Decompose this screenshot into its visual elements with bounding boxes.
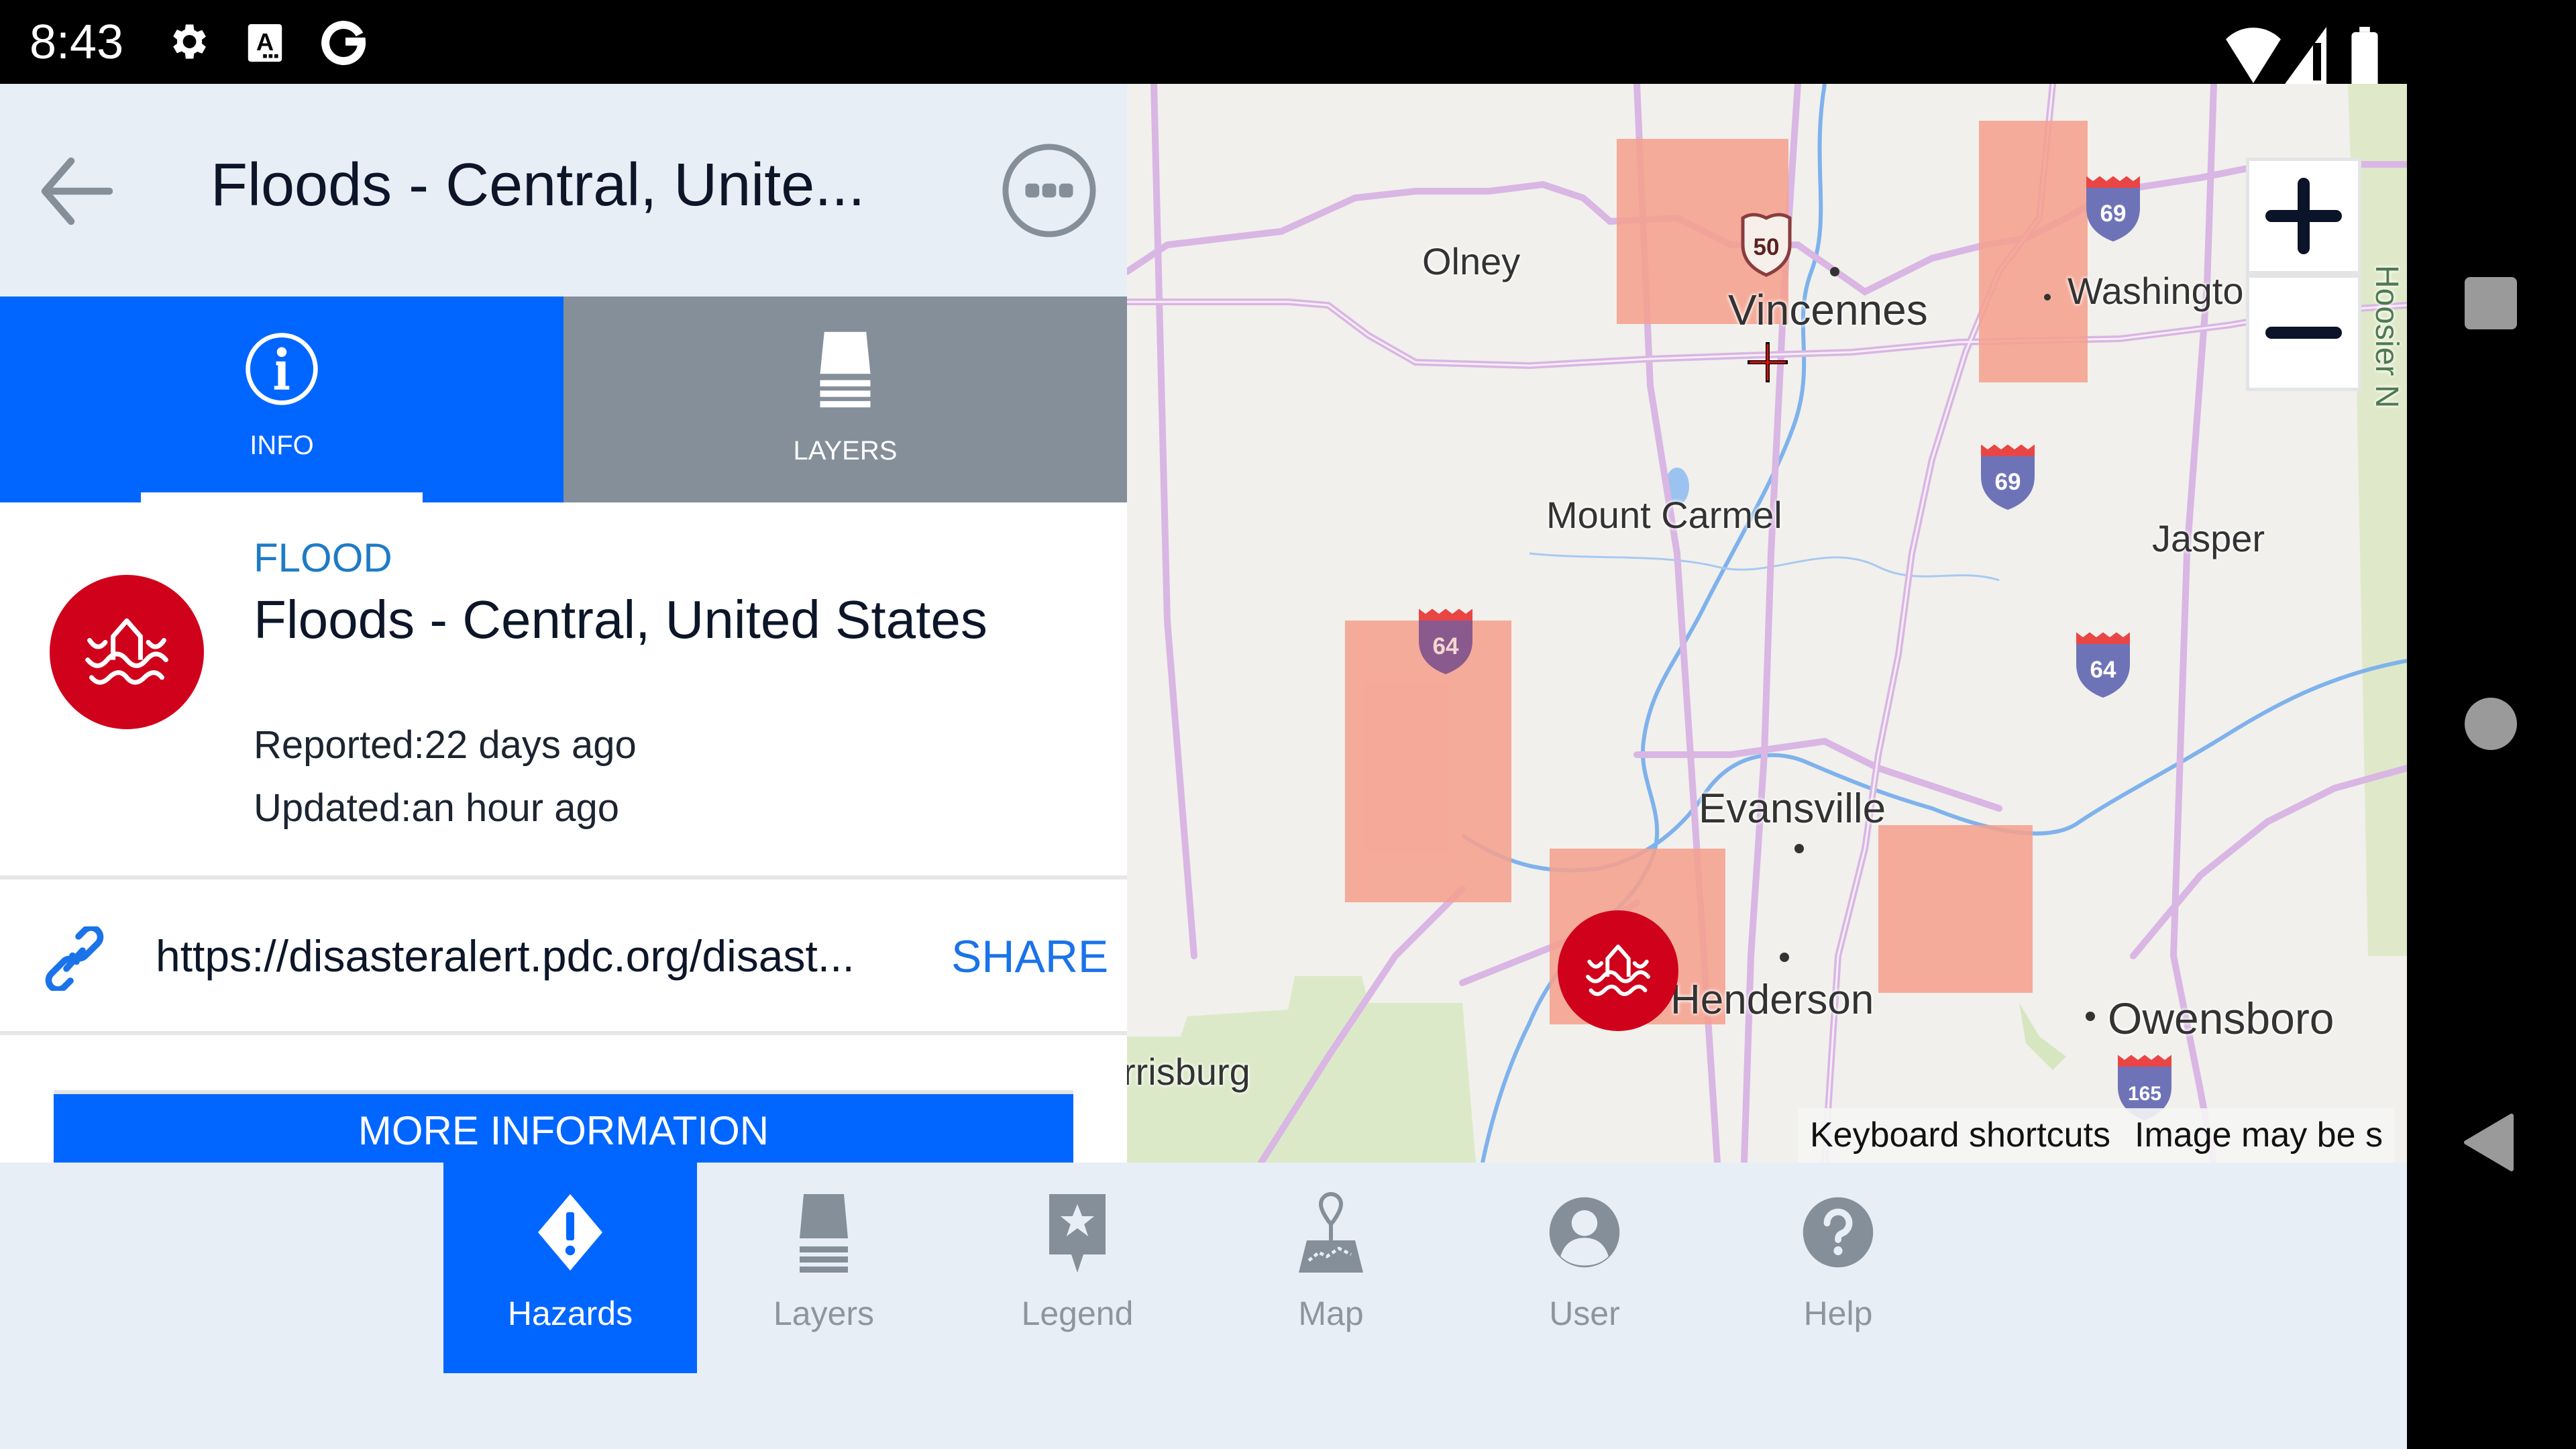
map-attribution: Keyboard shortcuts Image may be s [1798, 1108, 2395, 1163]
layers-icon [800, 1194, 848, 1273]
cell-signal-icon [2283, 27, 2327, 89]
map-label-owensboro: Owensboro [2108, 994, 2334, 1043]
map-zoom-controls [2246, 158, 2361, 391]
nav-layers-label: Layers [773, 1295, 875, 1332]
active-tab-indicator [141, 492, 423, 502]
nav-hazards[interactable]: Hazards [443, 1163, 697, 1373]
svg-text:64: 64 [2090, 657, 2116, 683]
link-row: https://disasteralert.pdc.org/disast... … [0, 879, 1127, 1031]
map-label-vincennes: Vincennes [1728, 286, 1928, 334]
flood-hazard-marker[interactable] [1558, 910, 1678, 1031]
link-icon [45, 926, 104, 991]
detail-tabs: INFO LAYERS [0, 297, 1127, 502]
stream [1529, 552, 2000, 582]
arrow-left-icon [41, 157, 113, 225]
hazard-badge [50, 575, 204, 729]
flood-area [1878, 825, 2033, 993]
updated-time: Updated:an hour ago [254, 786, 619, 830]
nav-map-label: Map [1298, 1295, 1364, 1332]
svg-text:165: 165 [2128, 1083, 2161, 1105]
map-view[interactable]: 50 69 69 64 64 165 Olney Vincennes Washi… [1127, 84, 2407, 1163]
nav-legend[interactable]: Legend [951, 1163, 1204, 1373]
back-triangle-icon[interactable] [2463, 1112, 2517, 1173]
shield-number: 50 [1754, 234, 1780, 260]
hazard-info-card: FLOOD Floods - Central, United States Re… [0, 502, 1127, 875]
interstate-shield: 64 [2076, 632, 2130, 698]
user-icon [1549, 1197, 1620, 1268]
map-label-jasper: Jasper [2152, 517, 2265, 559]
nav-map[interactable]: Map [1204, 1163, 1458, 1373]
map-label-olney: Olney [1422, 240, 1521, 282]
tab-info-label: INFO [250, 431, 314, 460]
home-button[interactable] [2465, 698, 2517, 750]
svg-text:69: 69 [2100, 201, 2127, 227]
gear-icon [165, 19, 211, 68]
map-label-henderson: Henderson [1670, 977, 1874, 1023]
flood-area [1979, 121, 2088, 382]
info-circle-icon [246, 333, 318, 405]
nav-help-label: Help [1803, 1295, 1873, 1332]
svg-text:69: 69 [1995, 469, 2021, 495]
back-button[interactable] [37, 154, 117, 228]
interstate-shield: 69 [1981, 444, 2035, 510]
help-icon [1803, 1197, 1874, 1268]
hazard-title: Floods - Central, United States [254, 590, 987, 649]
keyboard-shortcuts-link[interactable]: Keyboard shortcuts [1798, 1116, 2123, 1155]
map-label-washington: Washingto [2068, 270, 2244, 312]
image-notice: Image may be s [2135, 1116, 2383, 1155]
status-bar: 8:43 A [0, 0, 2407, 91]
nav-legend-label: Legend [1021, 1295, 1134, 1332]
tab-layers-label: LAYERS [793, 436, 898, 466]
font-a-icon: A [247, 24, 283, 65]
android-navigation-bar [2407, 0, 2576, 1449]
status-time: 8:43 [30, 15, 124, 69]
share-button[interactable]: SHARE [951, 930, 1108, 983]
legend-star-icon [1049, 1194, 1106, 1273]
recents-button[interactable] [2465, 277, 2517, 329]
more-options-button[interactable] [1002, 143, 1097, 238]
svg-text:64: 64 [1433, 633, 1459, 659]
svg-text:A: A [256, 28, 274, 56]
bottom-navigation: Hazards Layers Legend Map User Help [0, 1163, 2407, 1449]
google-g-icon [319, 16, 368, 70]
interstate-shield: 64 [1419, 608, 1472, 674]
more-information-button[interactable]: MORE INFORMATION [54, 1090, 1073, 1163]
wifi-icon [2226, 25, 2281, 89]
interstate-shield: 69 [2086, 176, 2140, 241]
hazard-url[interactable]: https://disasteralert.pdc.org/disast... [156, 930, 855, 981]
nav-user[interactable]: User [1458, 1163, 1711, 1373]
more-horizontal-circle-icon [1002, 144, 1096, 237]
flood-icon [1586, 945, 1650, 996]
forest-area [2019, 1003, 2066, 1070]
nav-hazards-label: Hazards [507, 1295, 633, 1332]
tab-layers[interactable]: LAYERS [564, 297, 1127, 502]
reported-time: Reported:22 days ago [254, 723, 637, 767]
plus-icon [2265, 178, 2342, 254]
nav-user-label: User [1549, 1295, 1620, 1332]
hazard-type: FLOOD [254, 535, 392, 580]
header-bar: Floods - Central, Unite... [0, 84, 1127, 297]
map-pin-icon [1299, 1192, 1363, 1273]
map-label-harrisburg: rrisburg [1127, 1051, 1250, 1093]
layers-icon [820, 331, 871, 408]
tab-info[interactable]: INFO [0, 297, 564, 502]
zoom-in-button[interactable] [2249, 161, 2358, 271]
us-highway-shield: 50 [1741, 213, 1792, 277]
zoom-out-button[interactable] [2249, 278, 2358, 388]
nav-layers[interactable]: Layers [697, 1163, 951, 1373]
flood-icon [85, 618, 168, 685]
map-label-hoosier-forest: Hoosier N [2369, 265, 2404, 409]
page-title: Floods - Central, Unite... [211, 152, 865, 219]
map-label-evansville: Evansville [1699, 786, 1886, 832]
hazard-diamond-icon [538, 1194, 602, 1271]
nav-help[interactable]: Help [1711, 1163, 1965, 1373]
map-label-mount-carmel: Mount Carmel [1546, 494, 1782, 536]
minus-icon [2265, 327, 2342, 339]
